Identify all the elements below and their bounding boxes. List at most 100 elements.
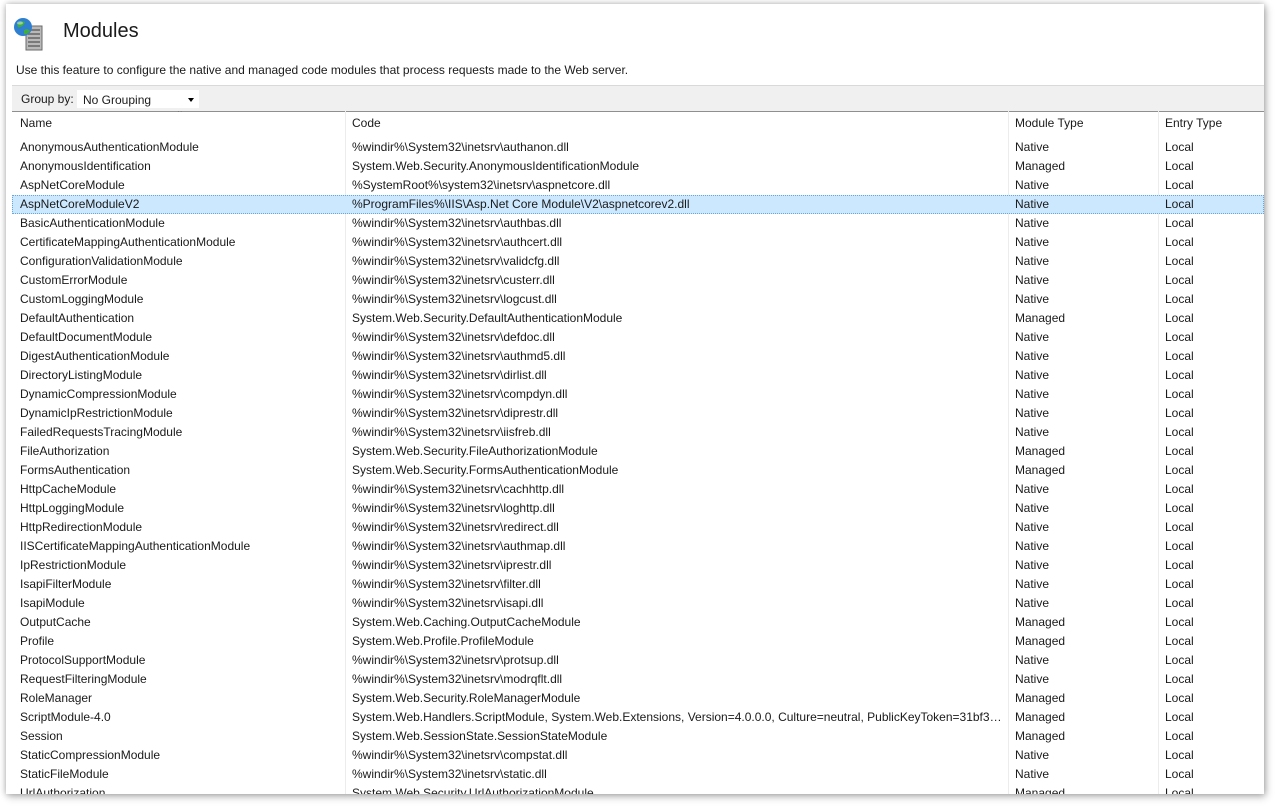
entry-type-cell: Local xyxy=(1165,767,1194,781)
module-type-cell: Managed xyxy=(1015,615,1066,629)
entry-type-cell: Local xyxy=(1165,292,1194,306)
table-row[interactable]: StaticCompressionModule %windir%\System32… xyxy=(12,746,1264,765)
module-type-cell: Native xyxy=(1015,653,1050,667)
table-row[interactable]: FailedRequestsTracingModule %windir%\Syst… xyxy=(12,423,1264,442)
column-header-code[interactable]: Code xyxy=(350,112,1004,135)
table-row[interactable]: DynamicCompressionModule %windir%\System3… xyxy=(12,385,1264,404)
table-row[interactable]: IISCertificateMappingAuthenticationModul… xyxy=(12,537,1264,556)
module-code-cell: %windir%\System32\inetsrv\authanon.dll xyxy=(352,140,569,154)
table-row[interactable]: ConfigurationValidationModule %windir%\Sy… xyxy=(12,252,1264,271)
module-code-cell: %windir%\System32\inetsrv\logcust.dll xyxy=(352,292,557,306)
module-type-cell: Managed xyxy=(1015,634,1066,648)
module-type-cell: Managed xyxy=(1015,159,1066,173)
column-header-row: ⌃ Name Code Module Type Entry Type xyxy=(12,111,1264,135)
table-row[interactable]: BasicAuthenticationModule %windir%\System… xyxy=(12,214,1264,233)
column-header-entry-type[interactable]: Entry Type xyxy=(1163,112,1263,135)
module-type-cell: Native xyxy=(1015,235,1050,249)
module-name-cell: DigestAuthenticationModule xyxy=(20,349,170,363)
module-type-cell: Native xyxy=(1015,387,1050,401)
module-type-cell: Managed xyxy=(1015,710,1066,724)
module-name-cell: IISCertificateMappingAuthenticationModul… xyxy=(20,539,251,553)
table-row[interactable]: Session System.Web.SessionState.SessionSt… xyxy=(12,727,1264,746)
entry-type-cell: Local xyxy=(1165,140,1194,154)
table-row[interactable]: DirectoryListingModule %windir%\System32\… xyxy=(12,366,1264,385)
table-row[interactable]: ScriptModule-4.0 System.Web.Handlers.Scri… xyxy=(12,708,1264,727)
table-row[interactable]: RoleManager System.Web.Security.RoleManag… xyxy=(12,689,1264,708)
table-row[interactable]: RequestFilteringModule %windir%\System32\… xyxy=(12,670,1264,689)
group-by-toolbar: Group by: No Grouping xyxy=(12,85,1264,112)
module-name-cell: DefaultDocumentModule xyxy=(20,330,153,344)
table-row[interactable]: DigestAuthenticationModule %windir%\Syste… xyxy=(12,347,1264,366)
table-row[interactable]: FileAuthorization System.Web.Security.Fil… xyxy=(12,442,1264,461)
module-name-cell: OutputCache xyxy=(20,615,91,629)
module-type-cell: Native xyxy=(1015,539,1050,553)
table-row[interactable]: ProtocolSupportModule %windir%\System32\i… xyxy=(12,651,1264,670)
module-code-cell: System.Web.Security.RoleManagerModule xyxy=(352,691,581,705)
entry-type-cell: Local xyxy=(1165,596,1194,610)
table-row[interactable]: UrlAuthorization System.Web.Security.UrlA… xyxy=(12,784,1264,794)
table-row[interactable]: AnonymousAuthenticationModule %windir%\Sy… xyxy=(12,138,1264,157)
column-header-name[interactable]: Name xyxy=(18,112,340,135)
module-code-cell: %windir%\System32\inetsrv\protsup.dll xyxy=(352,653,559,667)
module-name-cell: ConfigurationValidationModule xyxy=(20,254,183,268)
module-name-cell: DynamicCompressionModule xyxy=(20,387,177,401)
module-code-cell: System.Web.Security.UrlAuthorizationModu… xyxy=(352,786,594,794)
module-code-cell: %windir%\System32\inetsrv\compdyn.dll xyxy=(352,387,568,401)
module-name-cell: IsapiModule xyxy=(20,596,85,610)
page-title: Modules xyxy=(63,20,139,42)
entry-type-cell: Local xyxy=(1165,463,1194,477)
table-row[interactable]: HttpLoggingModule %windir%\System32\inets… xyxy=(12,499,1264,518)
table-row[interactable]: CustomErrorModule %windir%\System32\inets… xyxy=(12,271,1264,290)
module-type-cell: Native xyxy=(1015,501,1050,515)
module-type-cell: Native xyxy=(1015,596,1050,610)
table-row[interactable]: OutputCache System.Web.Caching.OutputCach… xyxy=(12,613,1264,632)
table-row[interactable]: HttpRedirectionModule %windir%\System32\i… xyxy=(12,518,1264,537)
module-name-cell: DynamicIpRestrictionModule xyxy=(20,406,173,420)
module-name-cell: ProtocolSupportModule xyxy=(20,653,146,667)
table-row[interactable]: HttpCacheModule %windir%\System32\inetsrv… xyxy=(12,480,1264,499)
column-header-module-type[interactable]: Module Type xyxy=(1013,112,1155,135)
table-row[interactable]: StaticFileModule %windir%\System32\inetsr… xyxy=(12,765,1264,784)
entry-type-cell: Local xyxy=(1165,482,1194,496)
table-row[interactable]: IpRestrictionModule %windir%\System32\ine… xyxy=(12,556,1264,575)
table-row[interactable]: DynamicIpRestrictionModule %windir%\Syste… xyxy=(12,404,1264,423)
module-name-cell: Profile xyxy=(20,634,55,648)
table-row[interactable]: Profile System.Web.Profile.ProfileModule M… xyxy=(12,632,1264,651)
module-name-cell: AspNetCoreModuleV2 xyxy=(20,197,140,211)
entry-type-cell: Local xyxy=(1165,615,1194,629)
module-name-cell: Session xyxy=(20,729,63,743)
entry-type-cell: Local xyxy=(1165,254,1194,268)
entry-type-cell: Local xyxy=(1165,387,1194,401)
module-code-cell: %windir%\System32\inetsrv\authmd5.dll xyxy=(352,349,566,363)
module-code-cell: %ProgramFiles%\IIS\Asp.Net Core Module\V… xyxy=(352,197,690,211)
module-type-cell: Native xyxy=(1015,520,1050,534)
module-type-cell: Native xyxy=(1015,577,1050,591)
table-row[interactable]: DefaultDocumentModule %windir%\System32\i… xyxy=(12,328,1264,347)
module-type-cell: Native xyxy=(1015,254,1050,268)
module-code-cell: %windir%\System32\inetsrv\authmap.dll xyxy=(352,539,566,553)
module-code-cell: System.Web.Security.AnonymousIdentificat… xyxy=(352,159,640,173)
table-row[interactable]: AnonymousIdentification System.Web.Securi… xyxy=(12,157,1264,176)
table-row[interactable]: CertificateMappingAuthenticationModule %w… xyxy=(12,233,1264,252)
module-type-cell: Managed xyxy=(1015,729,1066,743)
entry-type-cell: Local xyxy=(1165,539,1194,553)
table-row[interactable]: IsapiModule %windir%\System32\inetsrv\isa… xyxy=(12,594,1264,613)
module-code-cell: System.Web.Caching.OutputCacheModule xyxy=(352,615,581,629)
module-name-cell: FailedRequestsTracingModule xyxy=(20,425,183,439)
table-row[interactable]: AspNetCoreModuleV2 %ProgramFiles%\IIS\Asp… xyxy=(12,195,1264,214)
module-code-cell: %windir%\System32\inetsrv\isapi.dll xyxy=(352,596,544,610)
module-type-cell: Managed xyxy=(1015,691,1066,705)
entry-type-cell: Local xyxy=(1165,159,1194,173)
module-type-cell: Native xyxy=(1015,140,1050,154)
table-row[interactable]: IsapiFilterModule %windir%\System32\inets… xyxy=(12,575,1264,594)
table-row[interactable]: CustomLoggingModule %windir%\System32\ine… xyxy=(12,290,1264,309)
table-row[interactable]: DefaultAuthentication System.Web.Security… xyxy=(12,309,1264,328)
module-name-cell: FileAuthorization xyxy=(20,444,110,458)
table-row[interactable]: AspNetCoreModule %SystemRoot%\system32\in… xyxy=(12,176,1264,195)
module-name-cell: ScriptModule-4.0 xyxy=(20,710,111,724)
module-type-cell: Native xyxy=(1015,292,1050,306)
table-row[interactable]: FormsAuthentication System.Web.Security.F… xyxy=(12,461,1264,480)
entry-type-cell: Local xyxy=(1165,691,1194,705)
group-by-dropdown[interactable]: No Grouping xyxy=(76,89,200,109)
modules-list: ⌃ Name Code Module Type Entry Type Anony… xyxy=(12,111,1264,794)
